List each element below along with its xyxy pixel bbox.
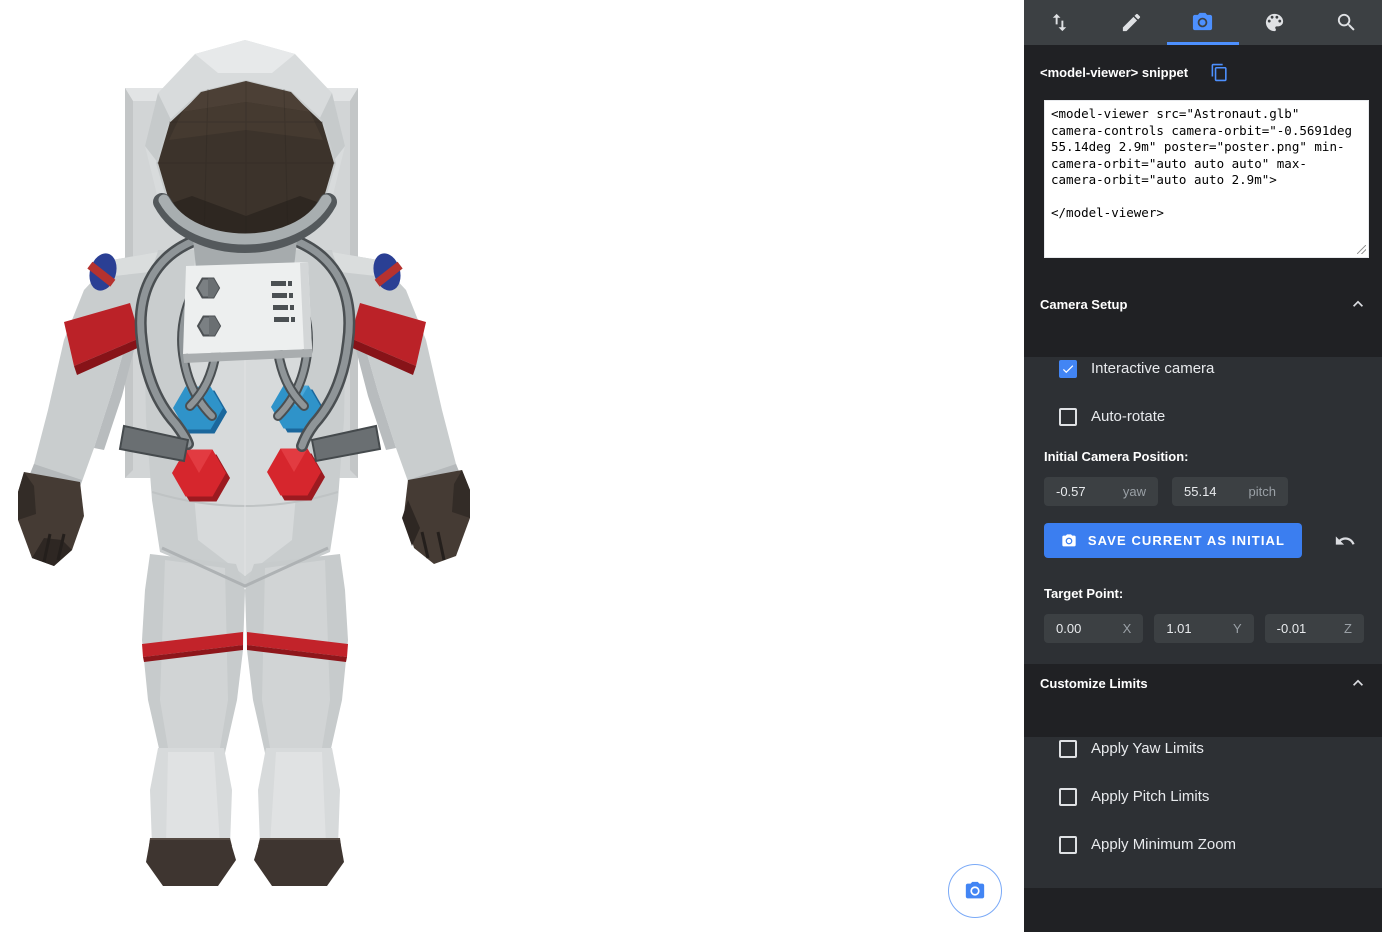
copy-icon	[1210, 63, 1229, 82]
target-x-value: 0.00	[1056, 621, 1081, 636]
collapse-customize-limits-button[interactable]	[1348, 673, 1368, 693]
auto-rotate-checkbox[interactable]	[1059, 408, 1077, 426]
customize-limits-header[interactable]: Customize Limits	[1024, 664, 1382, 702]
save-row: SAVE CURRENT AS INITIAL	[1044, 523, 1356, 558]
apply-pitch-limits-label: Apply Pitch Limits	[1091, 788, 1209, 805]
apply-minimum-zoom-checkbox[interactable]	[1059, 836, 1077, 854]
camera-setup-body: Interactive camera Auto-rotate Initial C…	[1024, 357, 1382, 664]
initial-camera-position-label: Initial Camera Position:	[1044, 449, 1382, 465]
section-camera-setup: Camera Setup Interactive camera Auto-rot…	[1024, 285, 1382, 664]
astronaut-boot-right	[254, 748, 344, 886]
tab-edit[interactable]	[1096, 0, 1168, 45]
target-x-unit: X	[1113, 621, 1132, 636]
target-y-value: 1.01	[1166, 621, 1191, 636]
interactive-camera-label: Interactive camera	[1091, 360, 1214, 377]
palette-icon	[1263, 11, 1286, 34]
target-z-value: -0.01	[1277, 621, 1307, 636]
chevron-up-icon	[1348, 294, 1368, 314]
apply-yaw-limits-label: Apply Yaw Limits	[1091, 740, 1204, 757]
panel-footer	[1024, 888, 1382, 932]
pitch-field[interactable]: 55.14 pitch	[1172, 477, 1288, 506]
snippet-editor: <model-viewer src="Astronaut.glb" camera…	[1044, 100, 1369, 258]
import-export-icon	[1048, 11, 1071, 34]
astronaut-model	[0, 0, 1024, 932]
camera-icon	[1061, 533, 1077, 549]
target-point-fields: 0.00 X 1.01 Y -0.01 Z	[1044, 614, 1364, 643]
pitch-value: 55.14	[1184, 484, 1217, 499]
save-button-label: SAVE CURRENT AS INITIAL	[1088, 533, 1285, 548]
tab-file-controls[interactable]	[1024, 0, 1096, 45]
camera-icon	[1191, 11, 1214, 34]
apply-pitch-limits-checkbox-row[interactable]: Apply Pitch Limits	[1059, 785, 1382, 808]
target-x-field[interactable]: 0.00 X	[1044, 614, 1143, 643]
active-tab-indicator	[1167, 42, 1239, 45]
initial-camera-position-fields: -0.57 yaw 55.14 pitch	[1044, 477, 1364, 506]
download-screenshot-button[interactable]	[948, 864, 1002, 918]
copy-snippet-button[interactable]	[1210, 63, 1229, 82]
yaw-field[interactable]: -0.57 yaw	[1044, 477, 1158, 506]
target-point-label: Target Point:	[1044, 586, 1382, 602]
yaw-value: -0.57	[1056, 484, 1086, 499]
target-z-unit: Z	[1334, 621, 1352, 636]
chevron-up-icon	[1348, 673, 1368, 693]
camera-setup-header[interactable]: Camera Setup	[1024, 285, 1382, 323]
pitch-unit: pitch	[1239, 484, 1276, 499]
apply-minimum-zoom-checkbox-row[interactable]: Apply Minimum Zoom	[1059, 833, 1382, 856]
yaw-unit: yaw	[1113, 484, 1146, 499]
astronaut-leg-right	[245, 554, 348, 753]
save-current-as-initial-button[interactable]: SAVE CURRENT AS INITIAL	[1044, 523, 1302, 558]
astronaut-glove-left	[18, 472, 84, 566]
apply-pitch-limits-checkbox[interactable]	[1059, 788, 1077, 806]
astronaut-glove-right	[402, 470, 470, 564]
apply-yaw-limits-checkbox-row[interactable]: Apply Yaw Limits	[1059, 737, 1382, 760]
astronaut-leg-left	[142, 554, 245, 753]
customize-limits-body: Apply Yaw Limits Apply Pitch Limits Appl…	[1024, 737, 1382, 888]
target-y-field[interactable]: 1.01 Y	[1154, 614, 1253, 643]
undo-icon	[1334, 530, 1356, 552]
editor-panel: <model-viewer> snippet <model-viewer src…	[1024, 0, 1382, 932]
toolbar	[1024, 0, 1382, 45]
undo-button[interactable]	[1334, 530, 1356, 552]
tab-camera[interactable]	[1167, 0, 1239, 45]
snippet-code-textarea[interactable]: <model-viewer src="Astronaut.glb" camera…	[1044, 100, 1369, 258]
camera-setup-title: Camera Setup	[1040, 297, 1127, 312]
astronaut-boot-left	[146, 748, 236, 886]
target-y-unit: Y	[1223, 621, 1242, 636]
apply-yaw-limits-checkbox[interactable]	[1059, 740, 1077, 758]
model-viewport[interactable]	[0, 0, 1024, 932]
apply-minimum-zoom-label: Apply Minimum Zoom	[1091, 836, 1236, 853]
snippet-header: <model-viewer> snippet	[1024, 45, 1382, 100]
tab-inspector[interactable]	[1310, 0, 1382, 45]
astronaut-chest-panel	[183, 262, 312, 363]
interactive-camera-checkbox-row[interactable]: Interactive camera	[1059, 357, 1382, 380]
check-icon	[1061, 362, 1075, 376]
snippet-title: <model-viewer> snippet	[1040, 65, 1188, 80]
section-customize-limits: Customize Limits Apply Yaw Limits Apply …	[1024, 664, 1382, 888]
auto-rotate-checkbox-row[interactable]: Auto-rotate	[1059, 405, 1382, 428]
interactive-camera-checkbox[interactable]	[1059, 360, 1077, 378]
tab-materials[interactable]	[1239, 0, 1311, 45]
customize-limits-title: Customize Limits	[1040, 676, 1148, 691]
pencil-icon	[1120, 11, 1143, 34]
collapse-camera-setup-button[interactable]	[1348, 294, 1368, 314]
auto-rotate-label: Auto-rotate	[1091, 408, 1165, 425]
search-icon	[1335, 11, 1358, 34]
target-z-field[interactable]: -0.01 Z	[1265, 614, 1364, 643]
camera-icon	[964, 880, 986, 902]
